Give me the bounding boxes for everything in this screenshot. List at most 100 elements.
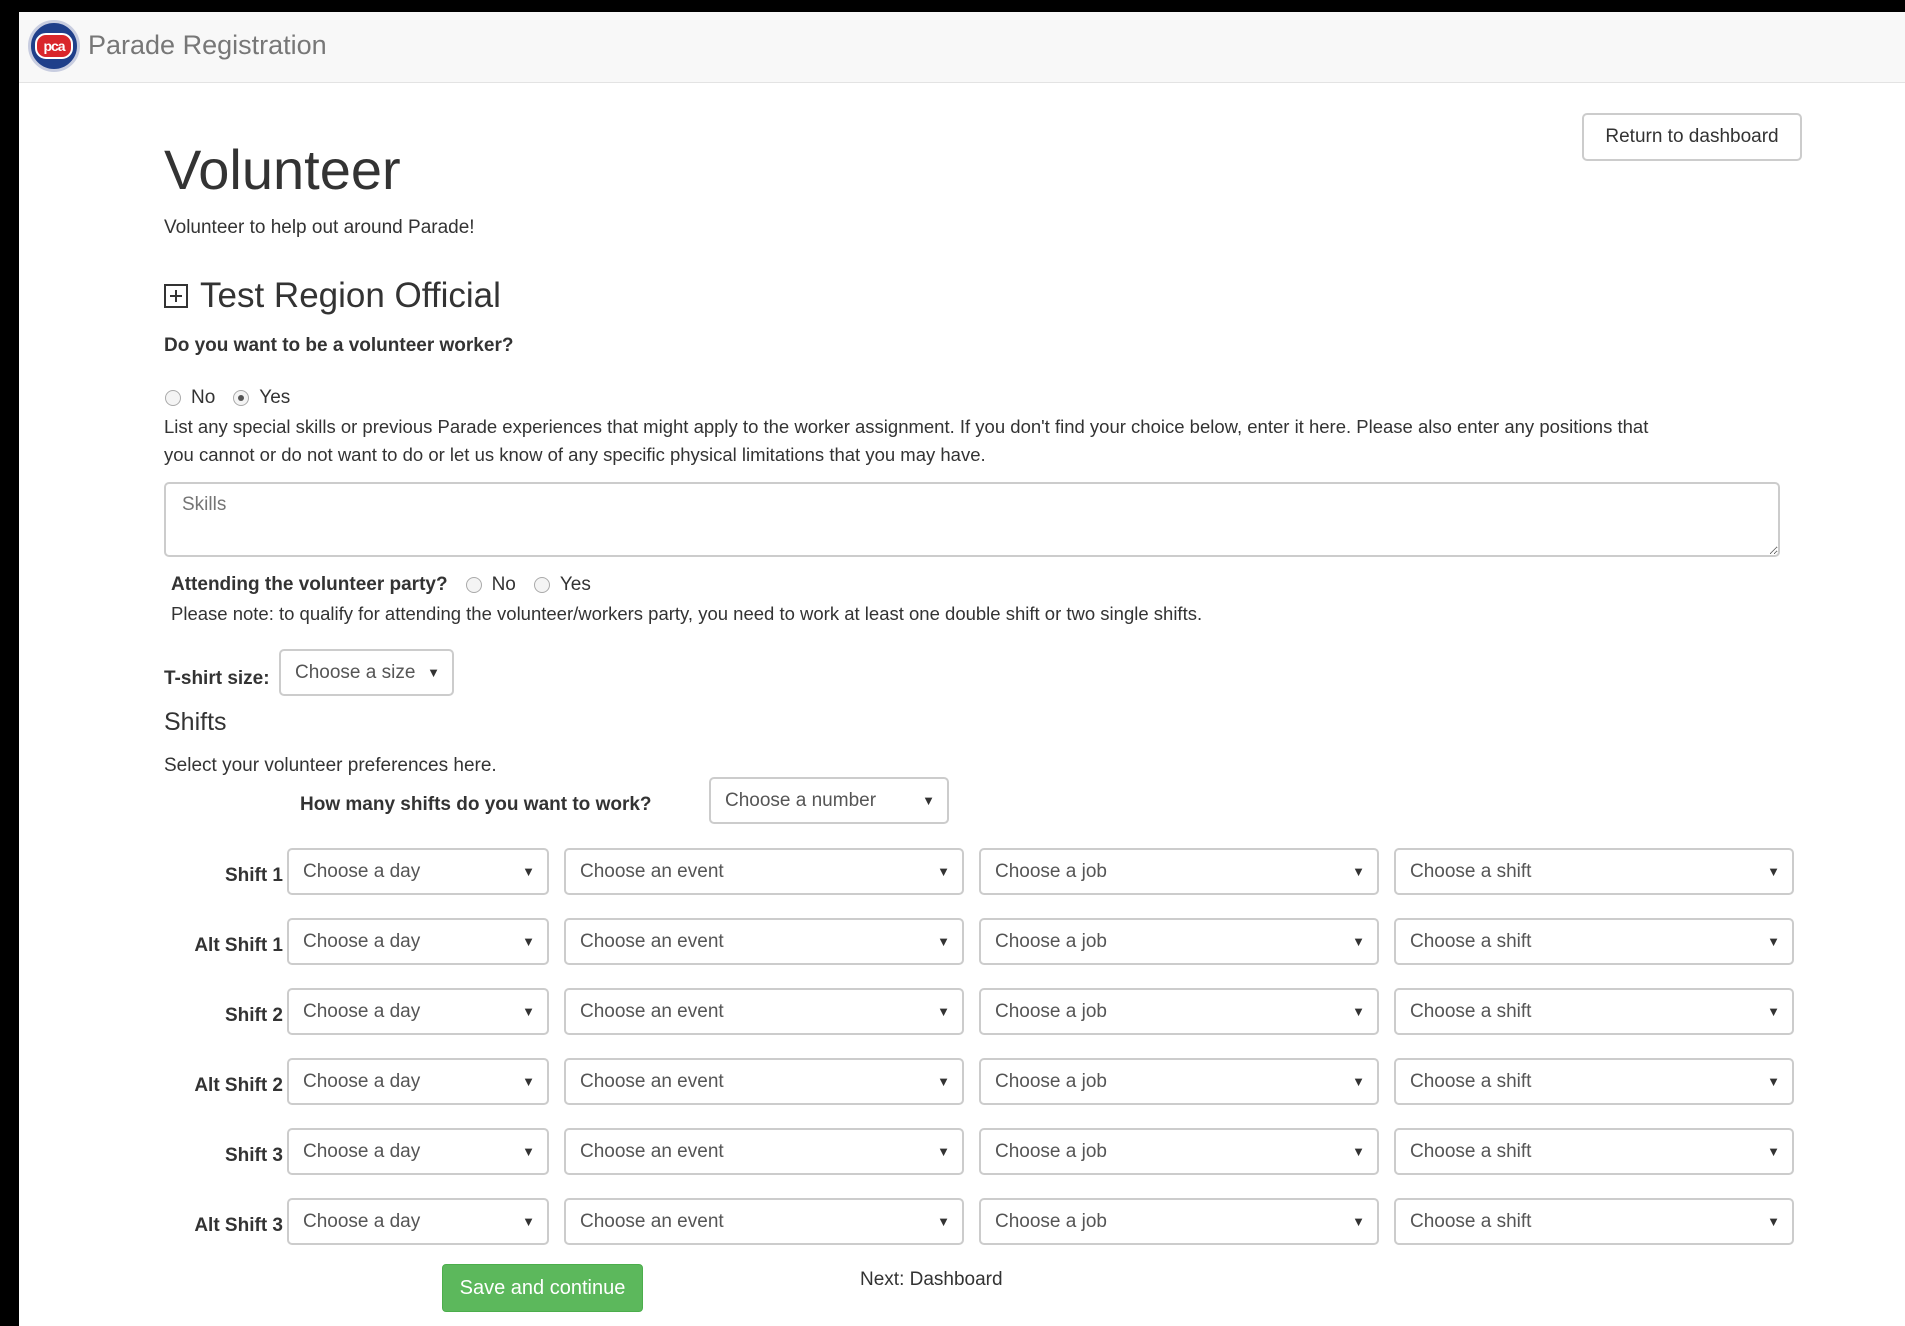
party-row: Attending the volunteer party? No Yes (171, 574, 609, 596)
day-select-value: Choose a day (303, 1210, 421, 1232)
event-select[interactable]: Choose an event ▼ (564, 1058, 964, 1105)
caret-down-icon: ▼ (1352, 1214, 1365, 1229)
caret-down-icon: ▼ (522, 1144, 535, 1159)
shift-select[interactable]: Choose a shift ▼ (1394, 848, 1794, 895)
event-select[interactable]: Choose an event ▼ (564, 918, 964, 965)
event-select-value: Choose an event (580, 1210, 724, 1232)
job-select[interactable]: Choose a job ▼ (979, 848, 1379, 895)
shift-row-label: Shift 3 (224, 1145, 283, 1166)
worker-no-label: No (191, 387, 216, 408)
job-select[interactable]: Choose a job ▼ (979, 988, 1379, 1035)
shift-select[interactable]: Choose a shift ▼ (1394, 1198, 1794, 1245)
job-select-value: Choose a job (995, 1000, 1107, 1022)
event-select[interactable]: Choose an event ▼ (564, 848, 964, 895)
event-select[interactable]: Choose an event ▼ (564, 988, 964, 1035)
day-select[interactable]: Choose a day ▼ (287, 918, 549, 965)
brand-title[interactable]: Parade Registration (88, 30, 327, 61)
shift-count-value: Choose a number (725, 789, 877, 811)
job-select[interactable]: Choose a job ▼ (979, 918, 1379, 965)
shifts-help: Select your volunteer preferences here. (164, 755, 497, 776)
day-select[interactable]: Choose a day ▼ (287, 988, 549, 1035)
tshirt-select[interactable]: Choose a size ▼ (279, 649, 454, 696)
page-subtitle: Volunteer to help out around Parade! (164, 217, 475, 238)
shift-select[interactable]: Choose a shift ▼ (1394, 918, 1794, 965)
caret-down-icon: ▼ (1767, 1074, 1780, 1089)
shift-select-value: Choose a shift (1410, 1000, 1532, 1022)
job-select[interactable]: Choose a job ▼ (979, 1128, 1379, 1175)
next-step-text: Next: Dashboard (860, 1269, 1003, 1290)
shift-select-value: Choose a shift (1410, 1140, 1532, 1162)
section-header[interactable]: Test Region Official (164, 276, 501, 316)
caret-down-icon: ▼ (427, 665, 440, 680)
job-select-value: Choose a job (995, 1140, 1107, 1162)
shift-count-select[interactable]: Choose a number ▼ (709, 777, 949, 824)
skills-help-line-1: List any special skills or previous Para… (164, 416, 1649, 437)
caret-down-icon: ▼ (1767, 934, 1780, 949)
caret-down-icon: ▼ (922, 793, 935, 808)
day-select-value: Choose a day (303, 1070, 421, 1092)
job-select[interactable]: Choose a job ▼ (979, 1058, 1379, 1105)
plus-square-icon[interactable] (164, 284, 188, 308)
event-select-value: Choose an event (580, 860, 724, 882)
party-note: Please note: to qualify for attending th… (171, 603, 1203, 624)
shift-select-value: Choose a shift (1410, 1210, 1532, 1232)
page: pca Parade Registration Return to dashbo… (19, 12, 1905, 1326)
party-question: Attending the volunteer party? (171, 574, 448, 595)
logo[interactable]: pca (28, 20, 80, 72)
navbar: pca Parade Registration (19, 12, 1905, 83)
shift-select[interactable]: Choose a shift ▼ (1394, 1058, 1794, 1105)
tshirt-label: T-shirt size: (164, 668, 270, 689)
caret-down-icon: ▼ (1767, 1004, 1780, 1019)
shift-row-label: Alt Shift 3 (194, 1215, 283, 1236)
worker-no-radio[interactable] (165, 390, 181, 406)
shift-count-label: How many shifts do you want to work? (300, 794, 652, 815)
shift-row-label: Alt Shift 2 (194, 1075, 283, 1096)
shift-select-value: Choose a shift (1410, 1070, 1532, 1092)
party-no-label: No (491, 574, 516, 595)
caret-down-icon: ▼ (522, 1074, 535, 1089)
skills-textarea[interactable] (164, 482, 1780, 557)
caret-down-icon: ▼ (1352, 1004, 1365, 1019)
return-dashboard-button[interactable]: Return to dashboard (1582, 113, 1802, 161)
job-select-value: Choose a job (995, 1070, 1107, 1092)
shift-row-label: Shift 1 (224, 865, 283, 886)
caret-down-icon: ▼ (937, 1214, 950, 1229)
event-select-value: Choose an event (580, 930, 724, 952)
day-select-value: Choose a day (303, 860, 421, 882)
event-select-value: Choose an event (580, 1000, 724, 1022)
party-no-radio[interactable] (465, 577, 482, 593)
event-select[interactable]: Choose an event ▼ (564, 1128, 964, 1175)
shift-select-value: Choose a shift (1410, 860, 1532, 882)
worker-radio-group: No Yes (165, 387, 308, 409)
logo-text: pca (35, 33, 73, 59)
caret-down-icon: ▼ (522, 1004, 535, 1019)
save-continue-button[interactable]: Save and continue (442, 1264, 643, 1312)
shift-select[interactable]: Choose a shift ▼ (1394, 1128, 1794, 1175)
shift-select-value: Choose a shift (1410, 930, 1532, 952)
page-title: Volunteer (164, 138, 401, 201)
caret-down-icon: ▼ (1352, 1074, 1365, 1089)
caret-down-icon: ▼ (1352, 864, 1365, 879)
shift-select[interactable]: Choose a shift ▼ (1394, 988, 1794, 1035)
day-select[interactable]: Choose a day ▼ (287, 848, 549, 895)
shift-row-label: Alt Shift 1 (194, 935, 283, 956)
caret-down-icon: ▼ (1767, 864, 1780, 879)
job-select-value: Choose a job (995, 860, 1107, 882)
caret-down-icon: ▼ (1767, 1214, 1780, 1229)
caret-down-icon: ▼ (937, 864, 950, 879)
caret-down-icon: ▼ (522, 1214, 535, 1229)
day-select[interactable]: Choose a day ▼ (287, 1128, 549, 1175)
day-select[interactable]: Choose a day ▼ (287, 1058, 549, 1105)
job-select-value: Choose a job (995, 930, 1107, 952)
shift-row-label: Shift 2 (224, 1005, 283, 1026)
caret-down-icon: ▼ (1352, 934, 1365, 949)
worker-yes-radio[interactable] (233, 390, 250, 406)
event-select[interactable]: Choose an event ▼ (564, 1198, 964, 1245)
job-select-value: Choose a job (995, 1210, 1107, 1232)
event-select-value: Choose an event (580, 1140, 724, 1162)
section-title: Test Region Official (200, 276, 501, 315)
day-select-value: Choose a day (303, 1000, 421, 1022)
party-yes-radio[interactable] (533, 577, 550, 593)
day-select[interactable]: Choose a day ▼ (287, 1198, 549, 1245)
job-select[interactable]: Choose a job ▼ (979, 1198, 1379, 1245)
